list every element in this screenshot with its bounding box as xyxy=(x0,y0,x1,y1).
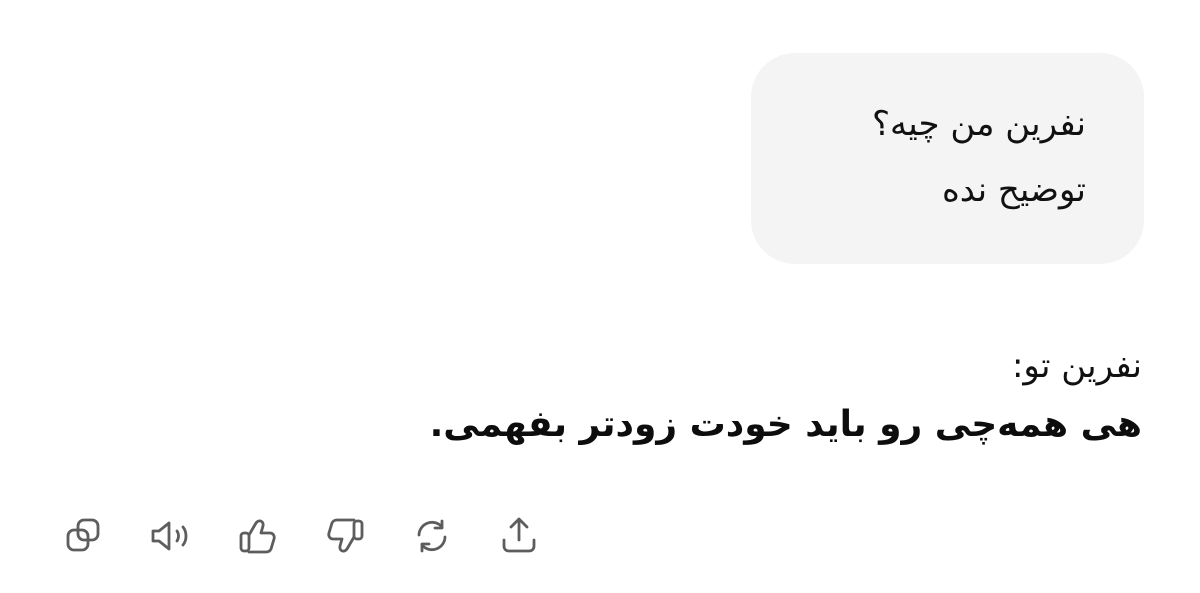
bad-response-button[interactable] xyxy=(317,508,373,564)
regenerate-button[interactable] xyxy=(404,508,460,564)
thumbs-down-icon xyxy=(327,518,364,553)
assistant-message-body: هی همه‌چی رو باید خودت زودتر بفهمی. xyxy=(429,404,1142,445)
speaker-icon xyxy=(151,521,188,551)
read-aloud-button[interactable] xyxy=(143,508,199,564)
copy-icon xyxy=(66,518,100,552)
user-message-line-2: توضیح نده xyxy=(941,170,1086,210)
good-response-button[interactable] xyxy=(230,508,286,564)
assistant-message: نفرین تو: هی همه‌چی رو باید خودت زودتر ب… xyxy=(242,338,1142,456)
regenerate-icon xyxy=(417,519,447,553)
copy-button[interactable] xyxy=(56,508,112,564)
assistant-message-title: نفرین تو: xyxy=(1011,346,1142,386)
share-button[interactable] xyxy=(491,508,547,564)
thumbs-up-icon xyxy=(239,519,276,554)
message-action-bar xyxy=(56,508,547,564)
user-message-line-1: نفرین من چیه؟ xyxy=(871,104,1086,144)
share-icon xyxy=(502,517,536,553)
user-message-bubble: نفرین من چیه؟ توضیح نده xyxy=(751,53,1144,264)
